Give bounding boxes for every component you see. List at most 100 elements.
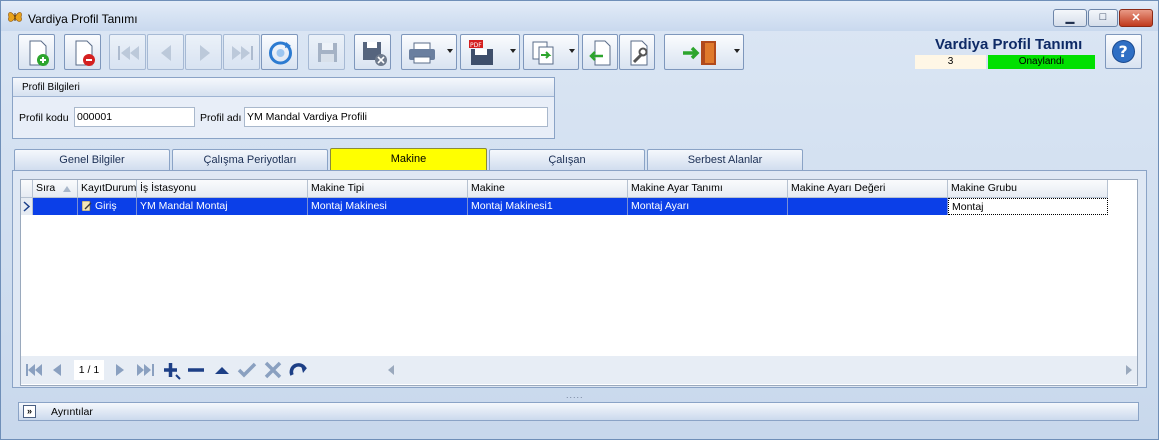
- profile-code-label: Profil kodu: [19, 112, 69, 124]
- copy-button[interactable]: [523, 34, 579, 70]
- checkmark-icon[interactable]: [236, 356, 258, 384]
- add-record-icon[interactable]: [160, 356, 182, 384]
- tab-calisma-periyotlari[interactable]: Çalışma Periyotları: [172, 149, 328, 171]
- refresh-icon: [269, 41, 292, 65]
- machine-grid[interactable]: Sıra KayıtDurum İş İstasyonu Makine Tipi…: [20, 179, 1138, 386]
- previous-record-icon[interactable]: [48, 356, 66, 384]
- help-button[interactable]: ?: [1105, 34, 1142, 69]
- chevron-down-icon: [510, 49, 516, 53]
- save-close-icon: [363, 42, 387, 66]
- tab-makine[interactable]: Makine: [330, 148, 487, 171]
- profile-info-header: Profil Bilgileri: [13, 78, 554, 97]
- minimize-button[interactable]: ▁: [1053, 9, 1087, 27]
- remove-record-icon[interactable]: [185, 356, 207, 384]
- save-icon: [318, 43, 337, 62]
- column-header-label: Sıra: [36, 182, 56, 194]
- splitter-handle[interactable]: .....: [566, 390, 584, 400]
- kayit-durum-text: Giriş: [95, 200, 117, 212]
- main-window: Vardiya Profil Tanımı ▁ □ ✕ PDF Vardiya …: [0, 0, 1159, 440]
- next-record-button[interactable]: [185, 34, 222, 70]
- column-header-is-istasyonu[interactable]: İş İstasyonu: [137, 180, 308, 198]
- svg-text:?: ?: [1119, 42, 1128, 61]
- chevron-down-icon: [447, 49, 453, 53]
- settings-button[interactable]: [619, 34, 655, 70]
- grid-navigator: 1 / 1: [21, 356, 1137, 384]
- previous-record-button[interactable]: [147, 34, 184, 70]
- tab-calisan[interactable]: Çalışan: [489, 149, 645, 171]
- butterfly-icon: [8, 12, 22, 22]
- profile-info-title: Profil Bilgileri: [22, 82, 80, 93]
- help-icon: ?: [1112, 40, 1135, 63]
- tab-serbest-alanlar[interactable]: Serbest Alanlar: [647, 149, 803, 171]
- cell-ayar-tanimi[interactable]: Montaj Ayarı: [628, 198, 788, 215]
- profile-name-label: Profil adı: [200, 112, 242, 124]
- status-badge: Onaylandı: [988, 55, 1095, 69]
- print-icon: [409, 42, 435, 64]
- cell-makine-tipi[interactable]: Montaj Makinesi: [308, 198, 468, 215]
- expand-icon[interactable]: »: [23, 405, 36, 418]
- page-indicator: 1 / 1: [74, 360, 104, 380]
- next-record-icon[interactable]: [111, 356, 129, 384]
- refresh-button[interactable]: [261, 34, 298, 70]
- column-header-kayitdurum[interactable]: KayıtDurum: [78, 180, 137, 198]
- maximize-icon: □: [1099, 11, 1107, 23]
- import-button[interactable]: [582, 34, 618, 70]
- exit-icon: [683, 41, 716, 65]
- move-up-icon[interactable]: [211, 356, 233, 384]
- row-indicator[interactable]: [21, 198, 33, 215]
- previous-record-icon: [161, 45, 171, 61]
- cell-makine[interactable]: Montaj Makinesi1: [468, 198, 628, 215]
- cancel-icon[interactable]: [262, 356, 284, 384]
- copy-icon: [532, 41, 554, 65]
- first-record-button[interactable]: [109, 34, 146, 70]
- maximize-button[interactable]: □: [1088, 9, 1118, 27]
- window-title: Vardiya Profil Tanımı: [28, 12, 138, 26]
- last-record-button[interactable]: [223, 34, 260, 70]
- close-icon: ✕: [1131, 12, 1141, 24]
- column-header-ayar-degeri[interactable]: Makine Ayarı Değeri: [788, 180, 948, 198]
- grid-corner: [21, 180, 33, 198]
- exit-button[interactable]: [664, 34, 744, 70]
- close-button[interactable]: ✕: [1119, 9, 1153, 27]
- edit-note-icon: [82, 201, 92, 211]
- minimize-icon: ▁: [1065, 12, 1075, 24]
- sort-ascending-icon: [63, 186, 71, 192]
- profile-code-input[interactable]: 000001: [74, 107, 195, 127]
- horizontal-scrollbar[interactable]: [383, 361, 1135, 379]
- save-button[interactable]: [308, 34, 345, 70]
- column-header-ayar-tanimi[interactable]: Makine Ayar Tanımı: [628, 180, 788, 198]
- redo-icon[interactable]: [288, 356, 310, 384]
- next-record-icon: [200, 45, 210, 61]
- scroll-left-icon[interactable]: [387, 365, 395, 375]
- last-record-icon: [232, 46, 253, 60]
- scroll-right-icon[interactable]: [1125, 365, 1133, 375]
- details-label: Ayrıntılar: [51, 406, 93, 418]
- column-header-makine-tipi[interactable]: Makine Tipi: [308, 180, 468, 198]
- delete-record-button[interactable]: [64, 34, 101, 70]
- column-header-makine[interactable]: Makine: [468, 180, 628, 198]
- page-title: Vardiya Profil Tanımı: [935, 36, 1083, 53]
- current-row-icon: [23, 201, 31, 212]
- record-count: 3: [915, 55, 986, 69]
- tab-genel-bilgiler[interactable]: Genel Bilgiler: [14, 149, 170, 171]
- print-button[interactable]: [401, 34, 457, 70]
- delete-record-icon: [75, 40, 95, 66]
- details-panel-header[interactable]: » Ayrıntılar: [18, 402, 1139, 421]
- new-record-button[interactable]: [18, 34, 55, 70]
- cell-ayar-degeri[interactable]: [788, 198, 948, 215]
- column-header-makine-grubu[interactable]: Makine Grubu: [948, 180, 1108, 198]
- cell-makine-grubu[interactable]: Montaj: [948, 198, 1108, 215]
- column-header-sira[interactable]: Sıra: [33, 180, 78, 198]
- settings-icon: [630, 40, 648, 66]
- save-and-close-button[interactable]: [354, 34, 391, 70]
- first-record-icon[interactable]: [23, 356, 45, 384]
- cell-sira[interactable]: [33, 198, 78, 215]
- chevron-down-icon: [569, 49, 575, 53]
- profile-name-input[interactable]: YM Mandal Vardiya Profili: [244, 107, 548, 127]
- last-record-icon[interactable]: [134, 356, 156, 384]
- cell-kayit-durum[interactable]: Giriş: [78, 198, 137, 215]
- import-icon: [589, 40, 611, 66]
- pdf-export-button[interactable]: PDF: [460, 34, 520, 70]
- first-record-icon: [118, 46, 139, 60]
- cell-is-istasyonu[interactable]: YM Mandal Montaj: [137, 198, 308, 215]
